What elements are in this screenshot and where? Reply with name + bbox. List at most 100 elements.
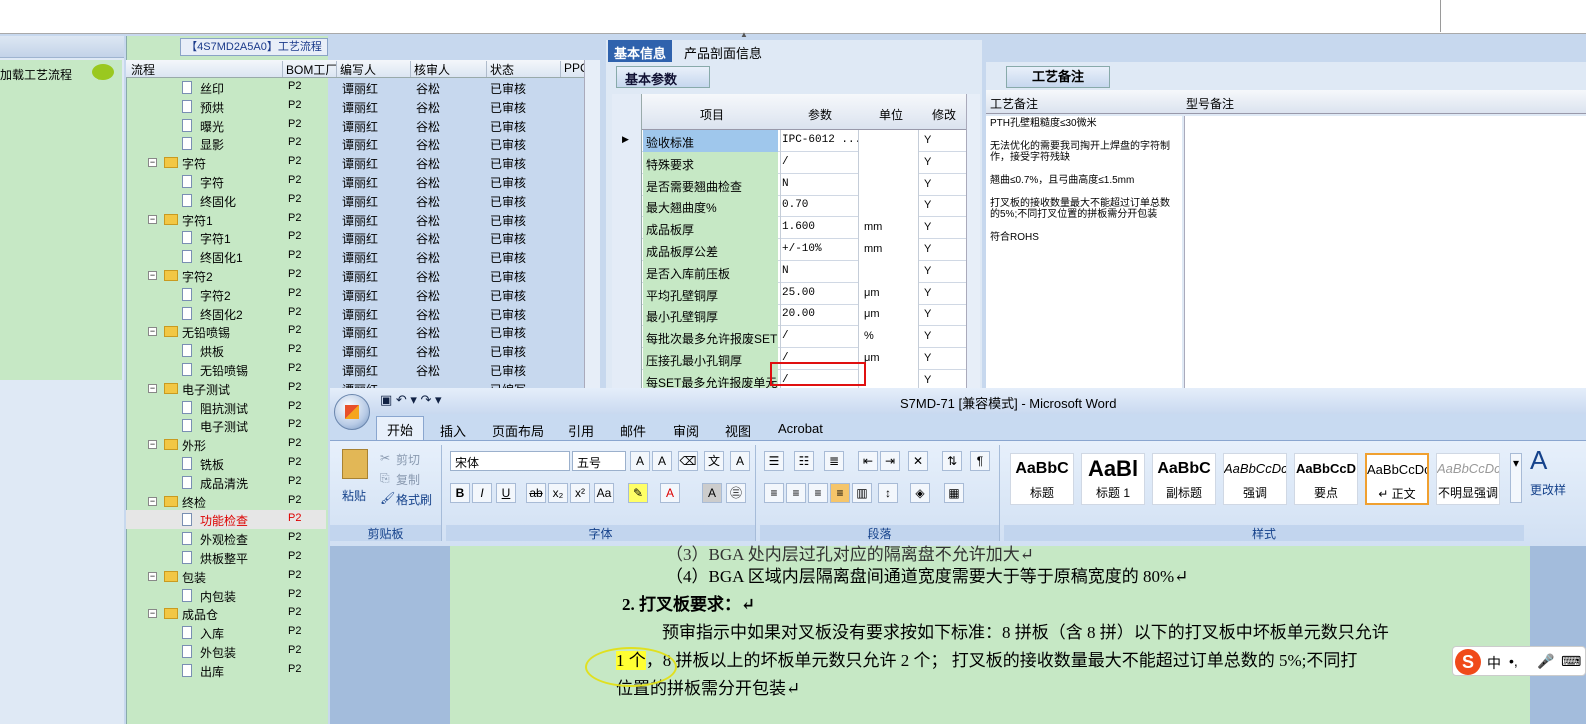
keyboard-icon[interactable]: ⌨: [1561, 653, 1581, 670]
paste-button[interactable]: 粘贴: [342, 487, 366, 504]
phonetic-icon[interactable]: 文: [704, 451, 724, 471]
param-row[interactable]: 平均孔壁铜厚 25.00 μm Y: [612, 282, 972, 305]
param-row[interactable]: 是否入库前压板 N Y: [612, 260, 972, 283]
param-cell[interactable]: +/-10%: [782, 243, 858, 255]
decrease-indent-icon[interactable]: ⇤: [858, 451, 878, 471]
tree-row[interactable]: 字符1 P2 谭丽红 谷松 已审核: [126, 228, 586, 247]
cut-icon[interactable]: ✂: [380, 451, 390, 465]
multilevel-list-icon[interactable]: ≣: [824, 451, 844, 471]
expander-icon[interactable]: −: [148, 271, 157, 280]
tree-row[interactable]: 终固化2 P2 谭丽红 谷松 已审核: [126, 304, 586, 323]
bold-icon[interactable]: B: [450, 483, 470, 503]
param-row[interactable]: 成品板厚 1.600 mm Y: [612, 217, 972, 240]
tree-row[interactable]: 烘板 P2 谭丽红 谷松 已审核: [126, 341, 586, 360]
row-header[interactable]: [612, 282, 642, 305]
ime-punct[interactable]: •,: [1509, 653, 1518, 669]
enclose-char-icon[interactable]: ㊂: [726, 483, 746, 503]
col-param[interactable]: 参数: [782, 106, 858, 123]
param-row[interactable]: 是否需要翘曲检查 N Y: [612, 173, 972, 196]
tab-review[interactable]: 审阅: [673, 421, 699, 440]
superscript-icon[interactable]: x²: [570, 483, 590, 503]
change-case-icon[interactable]: Aa: [594, 483, 614, 503]
row-header[interactable]: [612, 326, 642, 349]
tree-row[interactable]: − 字符1 P2 谭丽红 谷松 已审核: [126, 210, 586, 229]
font-color-icon[interactable]: A: [660, 483, 680, 503]
row-header[interactable]: [612, 217, 642, 240]
bullets-icon[interactable]: ☰: [764, 451, 784, 471]
tab-mailings[interactable]: 邮件: [620, 421, 646, 440]
tree-row[interactable]: 无铅喷锡 P2 谭丽红 谷松 已审核: [126, 360, 586, 379]
row-header[interactable]: [612, 260, 642, 283]
tree-row[interactable]: 丝印 P2 谭丽红 谷松 已审核: [126, 78, 586, 97]
shrink-font-icon[interactable]: A: [652, 451, 672, 471]
format-painter-icon[interactable]: 🖌: [380, 491, 395, 505]
sort-icon[interactable]: ⇅: [942, 451, 962, 471]
grow-font-icon[interactable]: A: [630, 451, 650, 471]
char-border-icon[interactable]: A: [730, 451, 750, 471]
style-1[interactable]: AaBl 标题 1: [1081, 453, 1145, 505]
param-row[interactable]: ▶ 验收标准 IPC-6012 ... Y: [612, 130, 972, 152]
line-spacing-icon[interactable]: ↕: [878, 483, 898, 503]
font-size-select[interactable]: 五号: [572, 451, 626, 471]
expander-icon[interactable]: −: [148, 571, 157, 581]
shading-icon[interactable]: ◈: [910, 483, 930, 503]
tree-row[interactable]: 终固化 P2 谭丽红 谷松 已审核: [126, 191, 586, 210]
row-header[interactable]: ▶: [612, 130, 642, 152]
row-header[interactable]: [612, 195, 642, 218]
numbering-icon[interactable]: ☷: [794, 451, 814, 471]
tree-row[interactable]: 显影 P2 谭丽红 谷松 已审核: [126, 134, 586, 153]
clear-format-icon[interactable]: ⌫: [678, 451, 698, 471]
param-cell[interactable]: N: [782, 178, 858, 190]
change-styles-icon[interactable]: A: [1530, 445, 1547, 476]
row-header[interactable]: [612, 151, 642, 174]
tree-row[interactable]: 字符2 P2 谭丽红 谷松 已审核: [126, 285, 586, 304]
col-writer[interactable]: 编写人: [336, 61, 376, 77]
underline-icon[interactable]: U: [496, 483, 516, 503]
param-cell[interactable]: /: [782, 330, 858, 342]
col-unit[interactable]: 单位: [864, 106, 918, 123]
copy-button[interactable]: 复制: [396, 471, 420, 488]
process-notes-text[interactable]: PTH孔壁粗糙度≤30微米 无法优化的需要我司掏开上焊盘的字符制作，接受字符残缺…: [986, 116, 1182, 388]
param-row[interactable]: 成品板厚公差 +/-10% mm Y: [612, 239, 972, 261]
tree-row[interactable]: − 字符 P2 谭丽红 谷松 已审核: [126, 153, 586, 172]
tree-row[interactable]: − 无铅喷锡 P2 谭丽红 谷松 已审核: [126, 322, 586, 341]
tab-basic-params[interactable]: 基本参数: [616, 66, 710, 88]
styles-scroll[interactable]: ▾: [1510, 453, 1522, 503]
tree-row[interactable]: 预烘 P2 谭丽红 谷松 已审核: [126, 97, 586, 116]
increase-indent-icon[interactable]: ⇥: [880, 451, 900, 471]
load-flow-button[interactable]: 加载工艺流程: [0, 66, 72, 83]
align-left-icon[interactable]: ≡: [764, 483, 784, 503]
justify-icon[interactable]: ≡: [830, 483, 850, 503]
expander-icon[interactable]: −: [148, 158, 157, 168]
col-status[interactable]: 状态: [486, 61, 514, 77]
expander-icon[interactable]: −: [148, 327, 157, 337]
font-name-select[interactable]: 宋体: [450, 451, 570, 471]
expander-icon[interactable]: −: [148, 214, 157, 224]
row-header[interactable]: [612, 239, 642, 261]
tab-view[interactable]: 视图: [725, 421, 751, 440]
align-right-icon[interactable]: ≡: [808, 483, 828, 503]
italic-icon[interactable]: I: [472, 483, 492, 503]
col-reviewer[interactable]: 核审人: [410, 61, 450, 77]
row-header[interactable]: [612, 173, 642, 196]
param-cell[interactable]: 1.600: [782, 221, 858, 233]
style-6[interactable]: AaBbCcDc 不明显强调: [1436, 453, 1500, 505]
param-row[interactable]: 每批次最多允许报废SET /% Y: [612, 326, 972, 349]
change-styles-button[interactable]: 更改样: [1530, 481, 1566, 498]
tree-row[interactable]: − 字符2 P2 谭丽红 谷松 已审核: [126, 266, 586, 285]
model-notes-text[interactable]: [1184, 116, 1586, 388]
cut-button[interactable]: 剪切: [396, 451, 420, 468]
grid-scrollbar[interactable]: [966, 94, 980, 388]
style-5[interactable]: AaBbCcDc ↵ 正文: [1365, 453, 1429, 505]
col-bom[interactable]: BOM工厂: [282, 61, 337, 77]
param-row[interactable]: 最大翘曲度% 0.70 Y: [612, 195, 972, 218]
param-cell[interactable]: IPC-6012 ...: [782, 134, 858, 146]
copy-icon[interactable]: ⎘: [380, 471, 390, 486]
mic-icon[interactable]: 🎤: [1537, 653, 1554, 670]
tab-acrobat[interactable]: Acrobat: [778, 421, 823, 436]
expander-icon[interactable]: −: [148, 496, 157, 506]
param-cell[interactable]: 20.00: [782, 308, 858, 320]
highlight-icon[interactable]: ✎: [628, 483, 648, 503]
param-cell[interactable]: 0.70: [782, 199, 858, 211]
expander-icon[interactable]: −: [148, 383, 157, 393]
